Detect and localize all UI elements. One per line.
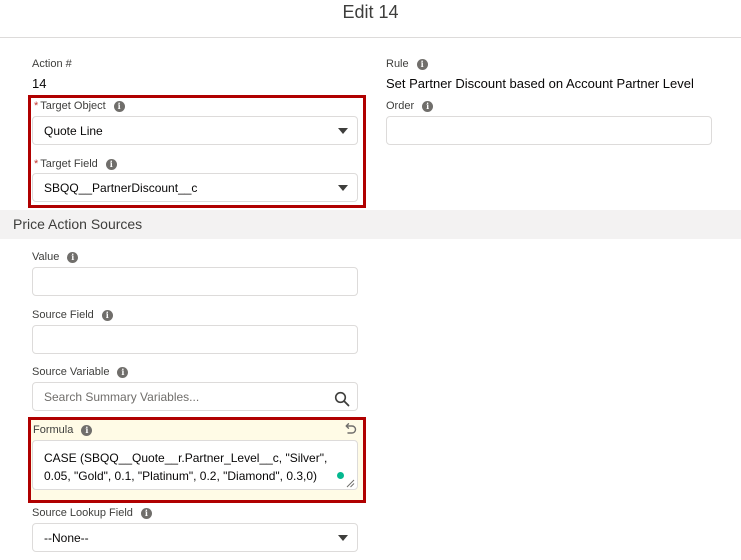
info-icon[interactable]: i (416, 58, 428, 70)
value-label: Value i (32, 251, 79, 263)
source-variable-label-text: Source Variable (32, 366, 110, 378)
rule-value: Set Partner Discount based on Account Pa… (386, 76, 694, 91)
source-lookup-field-label-text: Source Lookup Field (32, 507, 133, 519)
rule-label-text: Rule (386, 58, 409, 70)
info-icon[interactable]: i (105, 158, 117, 170)
info-icon[interactable]: i (422, 100, 434, 112)
target-field-label: * Target Field i (34, 158, 117, 170)
section-title: Price Action Sources (13, 216, 143, 232)
source-lookup-field-label: Source Lookup Field i (32, 507, 152, 519)
source-variable-search[interactable]: Search Summary Variables... (32, 382, 358, 411)
info-icon[interactable]: i (81, 424, 93, 436)
target-object-value: Quote Line (44, 123, 103, 138)
formula-label-text: Formula (33, 424, 74, 436)
formula-label: Formula i (33, 424, 93, 436)
target-object-label: * Target Object i (34, 100, 125, 112)
info-icon[interactable]: i (113, 100, 125, 112)
info-icon[interactable]: i (140, 507, 152, 519)
source-field-label: Source Field i (32, 309, 113, 321)
chevron-down-icon (338, 534, 348, 541)
info-icon[interactable]: i (117, 366, 129, 378)
source-field-input[interactable] (32, 325, 358, 354)
chevron-down-icon (338, 184, 348, 191)
info-icon[interactable]: i (101, 309, 113, 321)
source-field-label-text: Source Field (32, 309, 94, 321)
required-marker: * (34, 158, 39, 170)
status-dot (337, 472, 344, 479)
modal-title: Edit 14 (342, 2, 399, 22)
target-object-label-text: Target Object (40, 100, 106, 112)
action-number-value: 14 (32, 76, 47, 91)
required-marker: * (34, 100, 39, 112)
order-label-text: Order (386, 100, 415, 112)
target-field-label-text: Target Field (40, 158, 98, 170)
undo-icon[interactable] (343, 422, 357, 436)
chevron-down-icon (338, 127, 348, 134)
resize-handle-icon[interactable] (346, 479, 355, 488)
search-icon[interactable] (334, 391, 350, 407)
info-icon[interactable]: i (67, 251, 79, 263)
formula-line-1: CASE (SBQQ__Quote__r.Partner_Level__c, "… (44, 451, 328, 465)
rule-label: Rule i (386, 58, 428, 70)
source-variable-label: Source Variable i (32, 366, 129, 378)
target-field-select[interactable]: SBQQ__PartnerDiscount__c (32, 173, 358, 202)
source-lookup-field-value: --None-- (44, 530, 89, 545)
source-variable-placeholder: Search Summary Variables... (44, 389, 200, 404)
action-number-label: Action # (32, 58, 72, 70)
action-number-label-text: Action # (32, 58, 72, 70)
source-lookup-field-select[interactable]: --None-- (32, 523, 358, 552)
value-input[interactable] (32, 267, 358, 296)
order-input[interactable] (386, 116, 712, 145)
formula-textarea[interactable]: CASE (SBQQ__Quote__r.Partner_Level__c, "… (32, 440, 358, 490)
target-object-select[interactable]: Quote Line (32, 116, 358, 145)
target-field-value: SBQQ__PartnerDiscount__c (44, 180, 198, 195)
header-divider (0, 37, 741, 38)
order-label: Order i (386, 100, 434, 112)
formula-line-2: 0.05, "Gold", 0.1, "Platinum", 0.2, "Dia… (44, 469, 318, 483)
value-label-text: Value (32, 251, 60, 263)
